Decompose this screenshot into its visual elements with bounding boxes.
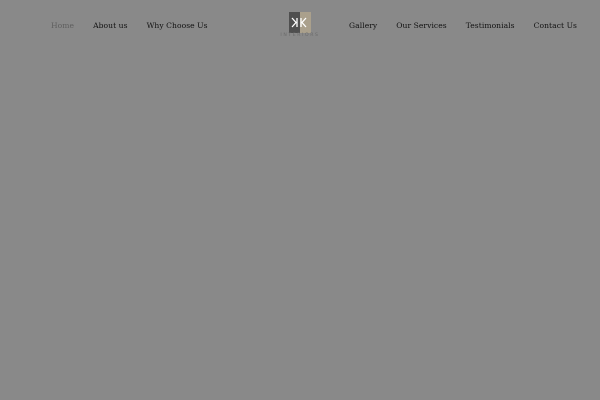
nav-home-link[interactable]: Home	[51, 21, 74, 30]
nav-about-us-link[interactable]: About us	[93, 21, 127, 30]
kk-interiors-logo[interactable]: INTERIORS	[279, 12, 321, 42]
nav-why-choose-us-link[interactable]: Why Choose Us	[147, 21, 208, 30]
logo-mark	[289, 12, 311, 33]
nav-gallery-link[interactable]: Gallery	[349, 21, 377, 30]
page: Home About us Why Choose Us INTERIORS Ga…	[0, 0, 600, 400]
logo-wordmark: INTERIORS	[280, 33, 320, 38]
kk-monogram-icon	[291, 17, 307, 28]
nav-contact-us-link[interactable]: Contact Us	[534, 21, 577, 30]
nav-left-group: Home About us Why Choose Us	[51, 18, 208, 32]
nav-our-services-link[interactable]: Our Services	[396, 21, 446, 30]
top-navigation: Home About us Why Choose Us INTERIORS Ga…	[0, 0, 600, 50]
nav-testimonials-link[interactable]: Testimonials	[466, 21, 515, 30]
nav-right-group: Gallery Our Services Testimonials Contac…	[349, 18, 577, 32]
